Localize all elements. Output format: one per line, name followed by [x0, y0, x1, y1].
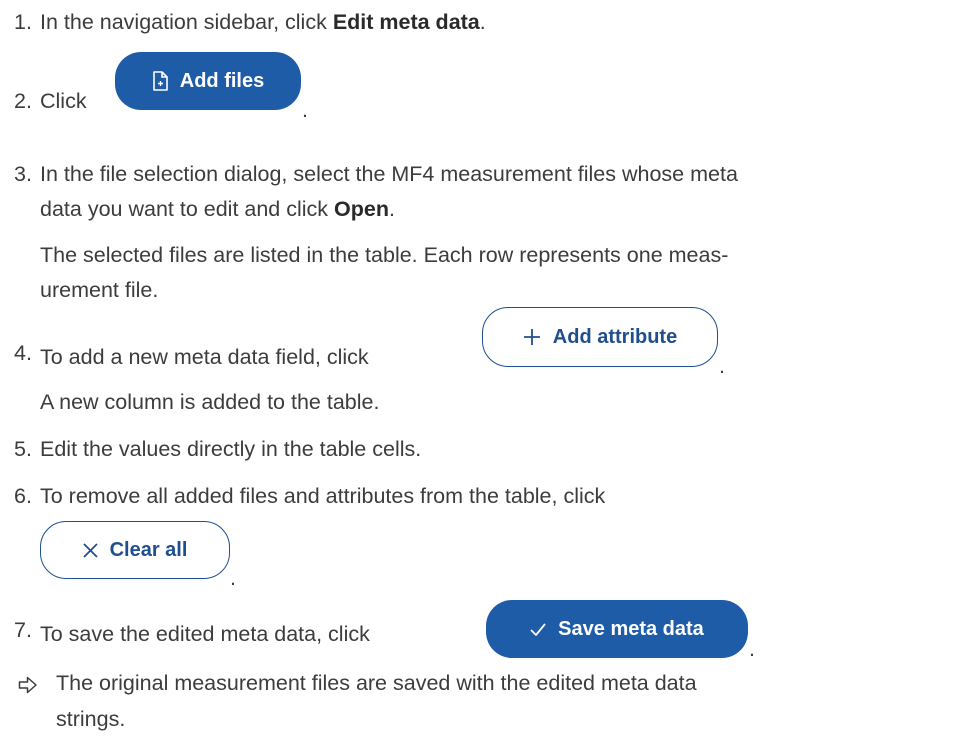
add-file-icon [152, 71, 168, 91]
add-files-button[interactable]: Add files [115, 52, 301, 110]
step-1-number: 1. [14, 10, 32, 34]
result-line-2: strings. [56, 707, 126, 731]
step-1-text: In the navigation sidebar, click Edit me… [40, 10, 486, 35]
result-line-1: The original measurement files are saved… [56, 671, 697, 695]
clear-all-button[interactable]: Clear all [40, 521, 230, 579]
step-3-line-2-pre: data you want to edit and click [40, 197, 335, 221]
step-7-label: To save the edited meta data, click [40, 622, 370, 646]
step-2-label: Click [40, 89, 87, 113]
add-files-label: Add files [179, 69, 265, 92]
open-label: Open [334, 197, 389, 221]
step-5-text: Edit the values directly in the table ce… [40, 437, 422, 461]
step-6-text: To remove all added files and attributes… [40, 484, 606, 508]
close-icon [82, 542, 98, 558]
step-7-number: 7. [14, 618, 32, 642]
step-4-post: . [719, 354, 725, 378]
edit-meta-data-label: Edit meta data [332, 10, 480, 34]
step-4-number: 4. [14, 341, 32, 365]
step-3-note-line-1: The selected files are listed in the tab… [40, 243, 729, 267]
save-meta-data-label: Save meta data [558, 617, 704, 640]
step-4-label: To add a new meta data field, click [40, 345, 369, 369]
step-3-line-2-post: . [388, 197, 395, 221]
step-6-number: 6. [14, 484, 32, 508]
add-attribute-label: Add attribute [552, 325, 678, 348]
step-1-pre: In the navigation sidebar, click [40, 10, 333, 34]
save-meta-data-button[interactable]: Save meta data [486, 600, 748, 658]
step-1-post: . [479, 10, 486, 34]
arrow-right-icon [18, 675, 38, 701]
step-7-post: . [749, 637, 755, 661]
step-5-number: 5. [14, 437, 32, 461]
step-3-line-1: In the file selection dialog, select the… [40, 162, 738, 186]
clear-all-label: Clear all [109, 538, 188, 561]
step-2-post: . [302, 98, 308, 122]
step-2-number: 2. [14, 89, 32, 113]
plus-icon [523, 328, 541, 346]
step-6-post: . [230, 566, 236, 590]
step-4-note: A new column is added to the table. [40, 390, 380, 414]
add-attribute-button[interactable]: Add attribute [482, 307, 718, 367]
step-3-number: 3. [14, 162, 32, 186]
check-icon [530, 622, 546, 636]
step-3-note-line-2: urement file. [40, 278, 159, 302]
step-3-line-2: data you want to edit and click Open. [40, 197, 395, 222]
